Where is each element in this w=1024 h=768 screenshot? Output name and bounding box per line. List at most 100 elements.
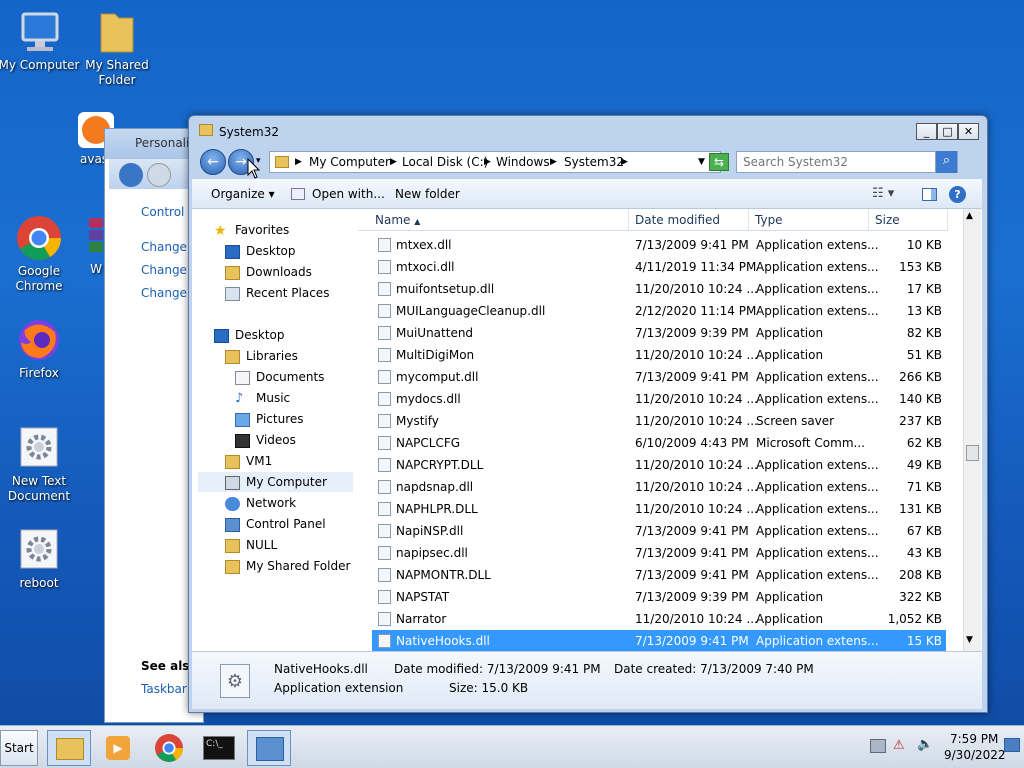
search-icon[interactable]: ⌕ <box>935 151 957 173</box>
taskbar-cmd[interactable]: C:\_ <box>197 730 241 766</box>
desktop-icon-reboot[interactable]: reboot <box>0 526 81 591</box>
recent-places-icon <box>225 286 240 301</box>
file-row[interactable]: mtxex.dll 7/13/2009 9:41 PM Application ex… <box>372 234 946 256</box>
breadcrumb-local-disk[interactable]: Local Disk (C:) <box>402 155 488 169</box>
breadcrumb-arrow[interactable]: ▶ <box>390 157 397 167</box>
navigation-pane[interactable]: ★ Favorites Desktop Downloads Recent Plac… <box>192 209 355 651</box>
forward-icon[interactable] <box>147 163 171 187</box>
scroll-up-arrow[interactable]: ▲ <box>966 211 973 221</box>
nav-music[interactable]: ♪ Music <box>235 388 290 408</box>
nav-pictures[interactable]: Pictures <box>235 409 304 429</box>
desktop-icon-firefox[interactable]: Firefox <box>0 316 81 381</box>
file-row[interactable]: mycomput.dll 7/13/2009 9:41 PM Application… <box>372 366 946 388</box>
breadcrumb-windows[interactable]: Windows <box>496 155 550 169</box>
help-icon[interactable]: ? <box>949 186 966 203</box>
maximize-button[interactable]: □ <box>937 123 958 140</box>
nav-desktop-fav[interactable]: Desktop <box>225 241 296 261</box>
desktop-icon-new-text-document[interactable]: New Text Document <box>0 424 81 504</box>
nav-network[interactable]: Network <box>225 493 296 513</box>
nav-my-shared-folder[interactable]: My Shared Folder <box>225 556 350 576</box>
nav-documents[interactable]: Documents <box>235 367 324 387</box>
file-date-modified: 2/12/2020 11:14 PM <box>635 304 757 318</box>
desktop-icon-my-computer[interactable]: My Computer <box>0 8 81 73</box>
nav-my-computer[interactable]: My Computer <box>198 472 353 492</box>
file-row[interactable]: MultiDigiMon 11/20/2010 10:24 ... Applicat… <box>372 344 946 366</box>
file-row[interactable]: NAPMONTR.DLL 7/13/2009 9:41 PM Application… <box>372 564 946 586</box>
preview-pane-icon[interactable] <box>922 188 937 201</box>
file-row[interactable]: NAPCLCFG 6/10/2009 4:43 PM Microsoft Comm.… <box>372 432 946 454</box>
address-dropdown-arrow[interactable]: ▶ <box>295 157 302 167</box>
file-row[interactable]: mtxoci.dll 4/11/2019 11:34 PM Application … <box>372 256 946 278</box>
new-folder-button[interactable]: New folder <box>395 187 460 201</box>
show-desktop-icon[interactable] <box>1004 738 1020 752</box>
column-date-modified[interactable]: Date modified <box>629 209 749 231</box>
nav-control-panel[interactable]: Control Panel <box>225 514 326 534</box>
tray-security-alert-icon[interactable]: ⚠ <box>893 738 909 754</box>
file-row[interactable]: muifontsetup.dll 11/20/2010 10:24 ... Appl… <box>372 278 946 300</box>
column-type[interactable]: Type <box>749 209 869 231</box>
file-list[interactable]: Name ▲ Date modified Type Size mtxex.dll… <box>358 209 982 652</box>
breadcrumb-system32[interactable]: System32 <box>564 155 624 169</box>
nav-videos[interactable]: Videos <box>235 430 296 450</box>
explorer-window[interactable]: System32 _ □ ✕ ← → ▾ ▶ My Computer ▶ Loc… <box>188 115 988 713</box>
file-icon <box>378 348 391 362</box>
tray-volume-icon[interactable]: 🔈 <box>917 737 933 752</box>
file-row[interactable]: Mystify 11/20/2010 10:24 ... Screen saver 2… <box>372 410 946 432</box>
open-with-button[interactable]: Open with... <box>312 187 385 201</box>
taskbar-control-panel[interactable] <box>247 730 291 766</box>
scroll-down-arrow[interactable]: ▼ <box>966 635 973 645</box>
clock-date[interactable]: 9/30/2022 <box>944 748 1006 762</box>
nav-libraries[interactable]: Libraries <box>225 346 298 366</box>
file-row[interactable]: NAPSTAT 7/13/2009 9:39 PM Application 322 K… <box>372 586 946 608</box>
file-name: NAPCRYPT.DLL <box>396 458 484 472</box>
tray-network-icon[interactable] <box>870 739 886 753</box>
close-button[interactable]: ✕ <box>958 123 979 140</box>
file-row[interactable]: MUILanguageCleanup.dll 2/12/2020 11:14 PM… <box>372 300 946 322</box>
nav-vm1[interactable]: VM1 <box>225 451 272 471</box>
back-button[interactable]: ← <box>200 149 226 175</box>
desktop-icon-label: New Text Document <box>7 474 71 503</box>
desktop-icon-shared-folder[interactable]: My Shared Folder <box>75 8 159 88</box>
file-row[interactable]: NativeHooks.dll 7/13/2009 9:41 PM Applicat… <box>372 630 946 652</box>
file-size: 82 KB <box>906 326 942 340</box>
file-name: mycomput.dll <box>396 370 479 384</box>
taskbar-media-player[interactable]: ▶ <box>96 730 140 766</box>
file-row[interactable]: NAPHLPR.DLL 11/20/2010 10:24 ... Applicati… <box>372 498 946 520</box>
breadcrumb-arrow[interactable]: ▶ <box>484 157 491 167</box>
back-icon[interactable] <box>119 163 143 187</box>
nav-null[interactable]: NULL <box>225 535 277 555</box>
file-row[interactable]: NapiNSP.dll 7/13/2009 9:41 PM Application … <box>372 520 946 542</box>
desktop-icon-chrome[interactable]: Google Chrome <box>0 214 81 294</box>
view-options-icon[interactable]: ☷ ▾ <box>872 186 894 201</box>
file-row[interactable]: napipsec.dll 7/13/2009 9:41 PM Application… <box>372 542 946 564</box>
breadcrumb-arrow[interactable]: ▶ <box>550 157 557 167</box>
column-size[interactable]: Size <box>869 209 948 231</box>
address-history-dropdown[interactable]: ▼ <box>698 157 705 167</box>
search-box[interactable]: ⌕ <box>736 151 958 173</box>
column-name[interactable]: Name ▲ <box>358 209 629 231</box>
refresh-icon[interactable]: ⇆ <box>709 153 729 171</box>
vertical-scrollbar[interactable]: ▲ ▼ <box>963 209 981 651</box>
desktop-icon-winrar[interactable]: W <box>86 216 106 277</box>
breadcrumb-arrow[interactable]: ▶ <box>621 157 628 167</box>
nav-favorites[interactable]: ★ Favorites <box>214 220 289 240</box>
file-row[interactable]: MuiUnattend 7/13/2009 9:39 PM Application 8… <box>372 322 946 344</box>
address-bar[interactable]: ▶ My Computer ▶ Local Disk (C:) ▶ Window… <box>269 151 721 173</box>
file-row[interactable]: mydocs.dll 11/20/2010 10:24 ... Applicatio… <box>372 388 946 410</box>
file-row[interactable]: NAPCRYPT.DLL 11/20/2010 10:24 ... Applicat… <box>372 454 946 476</box>
nav-recent-places[interactable]: Recent Places <box>225 283 329 303</box>
search-input[interactable] <box>737 152 933 172</box>
file-row[interactable]: Narrator 11/20/2010 10:24 ... Application 1… <box>372 608 946 630</box>
taskbar-explorer[interactable] <box>47 730 91 766</box>
minimize-button[interactable]: _ <box>916 123 937 140</box>
scroll-thumb[interactable] <box>966 445 979 461</box>
nav-desktop[interactable]: Desktop <box>214 325 285 345</box>
taskbar-chrome[interactable] <box>147 730 191 766</box>
organize-button[interactable]: Organize ▾ <box>211 187 275 201</box>
file-row[interactable]: napdsnap.dll 11/20/2010 10:24 ... Applicat… <box>372 476 946 498</box>
breadcrumb-my-computer[interactable]: My Computer <box>309 155 390 169</box>
file-name: NAPSTAT <box>396 590 450 604</box>
clock-time[interactable]: 7:59 PM <box>950 732 998 746</box>
start-button[interactable]: Start <box>0 730 38 766</box>
nav-downloads[interactable]: Downloads <box>225 262 312 282</box>
